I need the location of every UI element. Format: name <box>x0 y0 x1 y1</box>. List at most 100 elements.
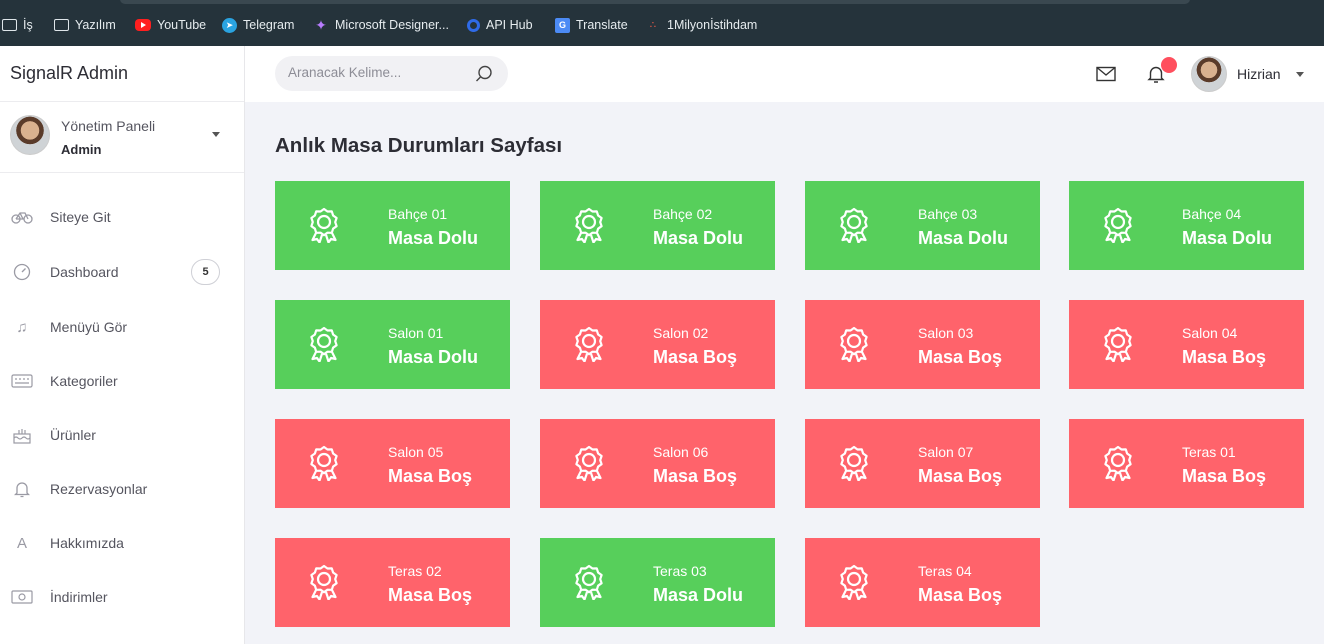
bell-icon <box>11 480 33 498</box>
brand-title[interactable]: SignalR Admin <box>0 46 244 102</box>
sidebar-item-label: Menüyü Gör <box>50 319 128 335</box>
sidebar-item-label: Kategoriler <box>50 373 118 389</box>
table-status: Masa Dolu <box>653 585 744 605</box>
table-status: Masa Boş <box>918 585 1003 605</box>
table-card[interactable]: Bahçe 01 Masa Dolu <box>275 181 510 270</box>
user-name[interactable]: Hizrian <box>1237 66 1281 82</box>
bookmark-label: Translate <box>576 18 628 32</box>
bookmark-translate[interactable]: G Translate <box>555 16 628 34</box>
sidebar: SignalR Admin Yönetim Paneli Admin Sitey… <box>0 46 245 644</box>
youtube-icon <box>135 19 151 31</box>
bookmark-label: 1Milyonİstihdam <box>667 18 758 32</box>
table-card[interactable]: Salon 04 Masa Boş <box>1069 300 1304 389</box>
table-status: Masa Dolu <box>388 228 479 248</box>
table-status: Masa Boş <box>1182 466 1267 486</box>
table-status: Masa Dolu <box>918 228 1009 248</box>
table-status: Masa Boş <box>1182 347 1267 367</box>
mail-icon[interactable] <box>1096 66 1116 82</box>
sidebar-item-kategoriler[interactable]: Kategoriler <box>0 361 244 401</box>
bookmarks-bar: İş Yazılım YouTube ➤ Telegram ✦ Microsoft … <box>0 0 1324 46</box>
cake-icon <box>11 426 33 444</box>
table-card[interactable]: Salon 01 Masa Dolu <box>275 300 510 389</box>
avatar <box>10 115 50 155</box>
table-card[interactable]: Salon 06 Masa Boş <box>540 419 775 508</box>
table-name: Bahçe 03 <box>918 206 978 222</box>
table-status: Masa Boş <box>653 347 738 367</box>
search-input[interactable] <box>288 65 468 80</box>
sidebar-item-label: Hakkımızda <box>50 535 124 551</box>
award-badge-icon <box>1102 445 1134 482</box>
table-status: Masa Dolu <box>1182 228 1273 248</box>
table-status: Masa Dolu <box>388 347 479 367</box>
table-card[interactable]: Bahçe 02 Masa Dolu <box>540 181 775 270</box>
table-card[interactable]: Teras 03 Masa Dolu <box>540 538 775 627</box>
sidebar-item-indirimler[interactable]: İndirimler <box>0 577 244 617</box>
sidebar-profile[interactable]: Yönetim Paneli Admin <box>0 102 244 173</box>
table-name: Salon 05 <box>388 444 444 460</box>
search-box <box>275 56 508 91</box>
sidebar-item-hakkimizda[interactable]: A Hakkımızda <box>0 523 244 563</box>
bookmark-yazilim[interactable]: Yazılım <box>54 16 116 34</box>
table-card[interactable]: Bahçe 03 Masa Dolu <box>805 181 1040 270</box>
award-badge-icon <box>838 445 870 482</box>
table-card[interactable]: Salon 07 Masa Boş <box>805 419 1040 508</box>
sidebar-item-label: Ürünler <box>50 427 96 443</box>
profile-title: Yönetim Paneli <box>61 118 156 134</box>
table-name: Salon 01 <box>388 325 444 341</box>
bookmark-label: Microsoft Designer... <box>335 18 449 32</box>
api-hub-icon <box>467 18 480 32</box>
chevron-down-icon[interactable] <box>1296 72 1304 77</box>
award-badge-icon <box>1102 326 1134 363</box>
keyboard-icon <box>11 372 33 390</box>
award-badge-icon <box>573 207 605 244</box>
bookmark-label: Telegram <box>243 18 295 32</box>
award-badge-icon <box>573 445 605 482</box>
table-name: Salon 02 <box>653 325 709 341</box>
bookmark-1milyonistihdam[interactable]: ∴ 1Milyonİstihdam <box>645 16 758 34</box>
table-card[interactable]: Teras 01 Masa Boş <box>1069 419 1304 508</box>
folder-icon <box>54 19 69 31</box>
search-icon[interactable] <box>475 65 493 83</box>
sidebar-item-dashboard[interactable]: Dashboard 5 <box>0 252 244 292</box>
bookmark-label: YouTube <box>157 18 207 32</box>
profile-role: Admin <box>61 142 102 157</box>
user-avatar[interactable] <box>1191 56 1227 92</box>
bookmark-telegram[interactable]: ➤ Telegram <box>222 16 294 34</box>
bookmark-api-hub[interactable]: API Hub <box>467 16 533 34</box>
sidebar-item-urunler[interactable]: Ürünler <box>0 415 244 455</box>
table-name: Teras 01 <box>1182 444 1236 460</box>
money-icon <box>11 588 33 606</box>
table-name: Teras 02 <box>388 563 442 579</box>
table-card[interactable]: Salon 03 Masa Boş <box>805 300 1040 389</box>
translate-icon: G <box>555 17 570 33</box>
award-badge-icon <box>308 326 340 363</box>
sidebar-item-menuyu-gor[interactable]: ♫ Menüyü Gör <box>0 307 244 347</box>
table-card[interactable]: Bahçe 04 Masa Dolu <box>1069 181 1304 270</box>
bookmark-youtube[interactable]: YouTube <box>135 16 206 34</box>
award-badge-icon <box>308 445 340 482</box>
table-card[interactable]: Teras 02 Masa Boş <box>275 538 510 627</box>
award-badge-icon <box>838 564 870 601</box>
gauge-icon <box>11 263 33 281</box>
table-name: Salon 06 <box>653 444 709 460</box>
chevron-down-icon[interactable] <box>212 132 220 137</box>
notification-dot <box>1161 57 1177 73</box>
sidebar-item-rezervasyonlar[interactable]: Rezervasyonlar <box>0 469 244 509</box>
dots-icon: ∴ <box>649 19 657 31</box>
table-name: Bahçe 02 <box>653 206 713 222</box>
table-card[interactable]: Salon 02 Masa Boş <box>540 300 775 389</box>
table-name: Bahçe 01 <box>388 206 448 222</box>
browser-scroll-pill <box>120 0 1190 4</box>
sidebar-item-label: Siteye Git <box>50 209 111 225</box>
table-name: Teras 03 <box>653 563 707 579</box>
award-badge-icon <box>308 564 340 601</box>
sidebar-item-label: Dashboard <box>50 264 119 280</box>
table-card[interactable]: Teras 04 Masa Boş <box>805 538 1040 627</box>
page-title: Anlık Masa Durumları Sayfası <box>275 134 563 157</box>
bookmark-microsoft-designer[interactable]: ✦ Microsoft Designer... <box>313 16 449 34</box>
award-badge-icon <box>308 207 340 244</box>
bookmark-is[interactable]: İş <box>2 16 33 34</box>
sidebar-item-siteye-git[interactable]: Siteye Git <box>0 197 244 237</box>
award-badge-icon <box>573 564 605 601</box>
table-card[interactable]: Salon 05 Masa Boş <box>275 419 510 508</box>
